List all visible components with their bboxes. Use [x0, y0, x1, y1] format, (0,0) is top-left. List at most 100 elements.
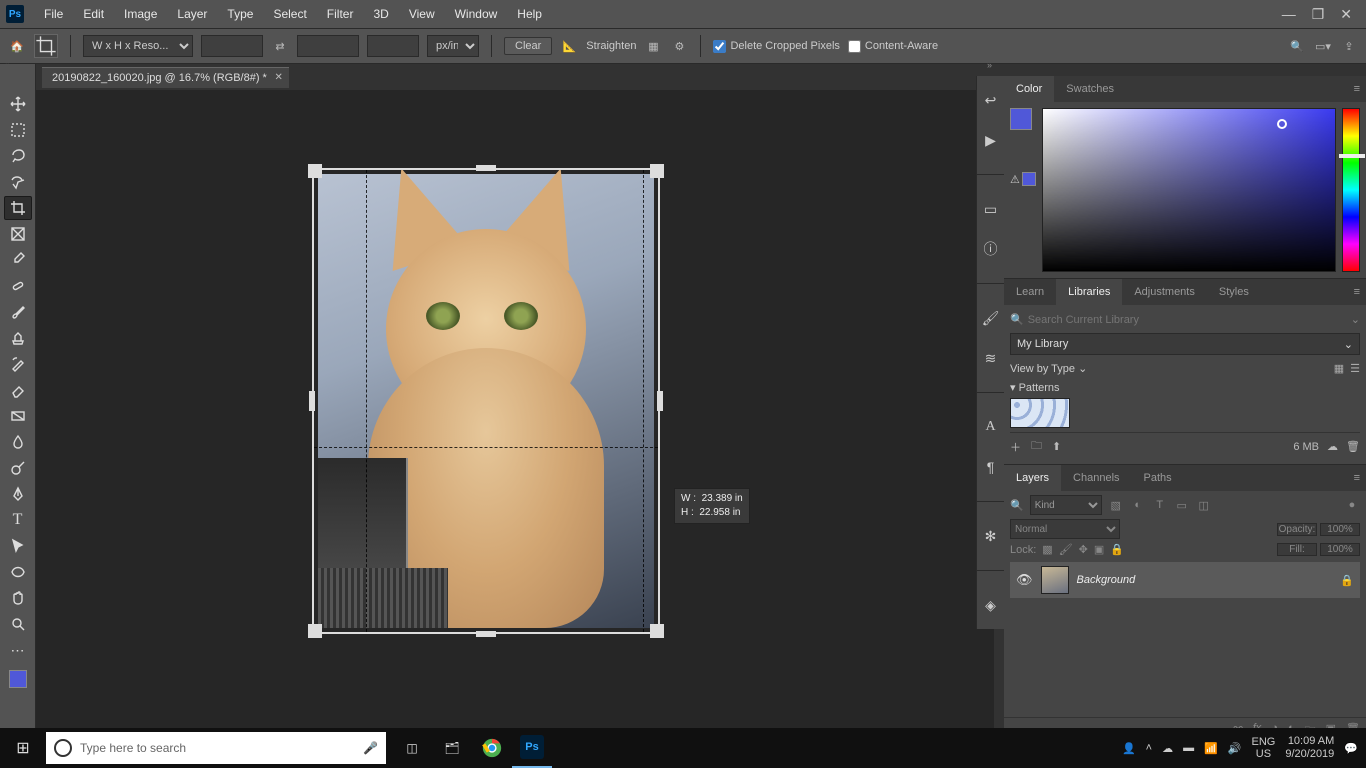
patterns-group-label[interactable]: Patterns — [1019, 382, 1060, 394]
library-select[interactable]: My Library⌄ — [1010, 333, 1360, 355]
straighten-icon[interactable]: 📐 — [560, 40, 578, 53]
swap-dimensions-icon[interactable]: ⇄ — [271, 40, 289, 53]
filter-type-icon[interactable]: T — [1152, 499, 1168, 511]
layer-visibility-icon[interactable]: 👁 — [1016, 572, 1033, 588]
battery-icon[interactable]: ▬ — [1183, 742, 1194, 754]
libraries-panel-menu-icon[interactable]: ≡ — [1354, 286, 1360, 298]
menu-filter[interactable]: Filter — [317, 7, 364, 21]
clone-stamp-tool-icon[interactable] — [4, 326, 32, 350]
crop-handle-left[interactable] — [309, 391, 315, 411]
task-view-icon[interactable]: ◫ — [392, 728, 432, 768]
character-panel-icon[interactable]: A — [981, 417, 1001, 437]
blur-tool-icon[interactable] — [4, 430, 32, 454]
pattern-thumbnail[interactable] — [1010, 398, 1070, 428]
modifier-keys-icon[interactable]: ✻ — [981, 526, 1001, 546]
onedrive-icon[interactable]: ☁ — [1162, 742, 1173, 755]
chrome-icon[interactable] — [472, 728, 512, 768]
crop-handle-bottom[interactable] — [476, 631, 496, 637]
people-icon[interactable]: 👤 — [1122, 742, 1136, 755]
crop-height-input[interactable] — [297, 35, 359, 57]
crop-handle-top[interactable] — [476, 165, 496, 171]
marquee-tool-icon[interactable] — [4, 118, 32, 142]
list-view-icon[interactable]: ☰ — [1350, 362, 1360, 375]
3d-panel-icon[interactable]: ◈ — [981, 595, 1001, 615]
paragraph-panel-icon[interactable]: ¶ — [981, 457, 1001, 477]
overlay-grid-icon[interactable]: ▦ — [644, 40, 662, 53]
tab-color[interactable]: Color — [1004, 76, 1054, 102]
gamut-warning-icon[interactable]: ⚠ — [1010, 172, 1036, 186]
move-tool-icon[interactable] — [4, 92, 32, 116]
close-icon[interactable]: ✕ — [1340, 6, 1352, 23]
document-tab[interactable]: 20190822_160020.jpg @ 16.7% (RGB/8#) * ✕ — [42, 67, 289, 88]
menu-view[interactable]: View — [399, 7, 445, 21]
cloud-icon[interactable]: ☁ — [1327, 440, 1338, 453]
chevron-down-icon[interactable]: ⌄ — [1078, 363, 1087, 375]
hue-slider-handle[interactable] — [1339, 154, 1365, 158]
delete-cropped-checkbox[interactable]: Delete Cropped Pixels — [713, 40, 839, 53]
grid-view-icon[interactable]: ▦ — [1334, 362, 1344, 375]
start-button[interactable]: ⊞ — [0, 738, 46, 758]
crop-unit-select[interactable]: px/in — [427, 35, 479, 57]
menu-help[interactable]: Help — [507, 7, 552, 21]
search-dropdown-icon[interactable]: ⌄ — [1351, 313, 1360, 326]
tab-styles[interactable]: Styles — [1207, 279, 1261, 305]
tab-channels[interactable]: Channels — [1061, 465, 1131, 491]
quick-select-tool-icon[interactable] — [4, 170, 32, 194]
photoshop-taskbar-icon[interactable]: Ps — [512, 728, 552, 768]
lock-transparent-icon[interactable]: ▩ — [1042, 543, 1052, 556]
straighten-label[interactable]: Straighten — [586, 40, 636, 52]
actions-panel-icon[interactable]: ▶ — [981, 130, 1001, 150]
eraser-tool-icon[interactable] — [4, 378, 32, 402]
blend-mode-select[interactable]: Normal — [1010, 519, 1120, 539]
layer-filter-select[interactable]: Kind — [1030, 495, 1102, 515]
fill-value[interactable]: 100% — [1320, 543, 1360, 556]
layers-panel-menu-icon[interactable]: ≡ — [1354, 472, 1360, 484]
brush-settings-icon[interactable]: ≋ — [981, 348, 1001, 368]
crop-handle-right[interactable] — [657, 391, 663, 411]
taskbar-search[interactable]: Type here to search 🎤 — [46, 732, 386, 764]
close-document-icon[interactable]: ✕ — [274, 72, 282, 83]
color-spectrum[interactable] — [1042, 108, 1336, 272]
dodge-tool-icon[interactable] — [4, 456, 32, 480]
brush-tool-icon[interactable] — [4, 300, 32, 324]
filter-smart-icon[interactable]: ◫ — [1196, 499, 1212, 512]
lock-all-icon[interactable]: 🔒 — [1110, 543, 1124, 556]
pen-tool-icon[interactable] — [4, 482, 32, 506]
foreground-color-swatch[interactable] — [9, 670, 27, 688]
tab-layers[interactable]: Layers — [1004, 465, 1061, 491]
crop-tool-icon[interactable] — [4, 196, 32, 220]
lock-position-icon[interactable]: ✥ — [1079, 543, 1088, 556]
healing-tool-icon[interactable] — [4, 274, 32, 298]
edit-toolbar-icon[interactable]: ⋯ — [4, 638, 32, 662]
crop-handle-bl[interactable] — [308, 624, 322, 638]
menu-layer[interactable]: Layer — [167, 7, 217, 21]
menu-image[interactable]: Image — [114, 7, 167, 21]
language-indicator[interactable]: ENGUS — [1252, 736, 1276, 760]
menu-type[interactable]: Type — [217, 7, 263, 21]
crop-tool-icon[interactable] — [34, 34, 58, 58]
taskbar-clock[interactable]: 10:09 AM9/20/2019 — [1285, 735, 1334, 761]
crop-resolution-input[interactable] — [367, 35, 419, 57]
color-panel-menu-icon[interactable]: ≡ — [1354, 83, 1360, 95]
color-picker-handle[interactable] — [1277, 119, 1287, 129]
hue-slider[interactable] — [1342, 108, 1360, 272]
crop-handle-tl[interactable] — [308, 164, 322, 178]
crop-handle-br[interactable] — [650, 624, 664, 638]
filter-toggle-icon[interactable]: ● — [1344, 499, 1360, 511]
info-panel-icon[interactable]: ⓘ — [981, 239, 1001, 259]
path-select-tool-icon[interactable] — [4, 534, 32, 558]
lasso-tool-icon[interactable] — [4, 144, 32, 168]
library-search-input[interactable] — [1028, 314, 1347, 326]
crop-bounding-box[interactable] — [312, 168, 660, 634]
frame-tool-icon[interactable] — [4, 222, 32, 246]
tab-paths[interactable]: Paths — [1132, 465, 1184, 491]
layer-lock-icon[interactable]: 🔒 — [1340, 574, 1354, 587]
zoom-tool-icon[interactable] — [4, 612, 32, 636]
properties-panel-icon[interactable]: ▭ — [981, 199, 1001, 219]
upload-icon[interactable]: ⬆ — [1052, 440, 1061, 453]
volume-icon[interactable]: 🔊 — [1228, 742, 1242, 755]
eyedropper-tool-icon[interactable] — [4, 248, 32, 272]
opacity-value[interactable]: 100% — [1320, 523, 1360, 536]
menu-window[interactable]: Window — [445, 7, 508, 21]
tray-expand-icon[interactable]: ˄ — [1146, 742, 1152, 754]
